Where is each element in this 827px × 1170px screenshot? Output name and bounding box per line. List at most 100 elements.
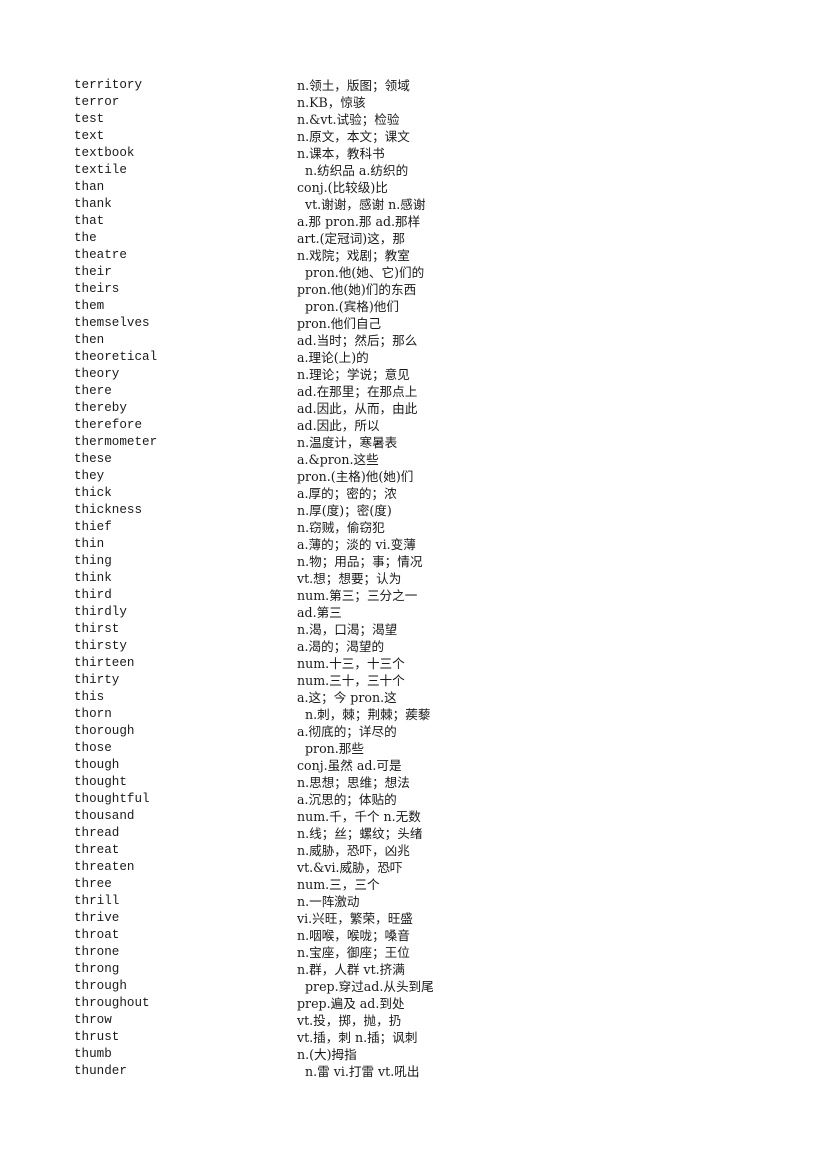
entry-definition: n.思想；思维；想法	[297, 775, 410, 790]
entry-word: throughout	[74, 996, 150, 1010]
entry-word: there	[74, 384, 112, 398]
entry-word: than	[74, 180, 105, 194]
entry-word: thirsty	[74, 639, 127, 653]
entry-word: through	[74, 979, 127, 993]
entry-word: text	[74, 129, 105, 143]
entry-word: themselves	[74, 316, 150, 330]
entry-word: thousand	[74, 809, 135, 823]
entry-word: theory	[74, 367, 120, 381]
entry-definition: prep.遍及 ad.到处	[297, 996, 405, 1011]
entry-definition: n.咽喉，喉咙；嗓音	[297, 928, 410, 943]
entry-word: think	[74, 571, 112, 585]
entry-definition: ad.第三	[297, 605, 342, 620]
entry-definition: n.厚(度)；密(度)	[297, 503, 392, 518]
entry-definition: n.领土，版图；领域	[297, 78, 410, 93]
entry-definition: n.物；用品；事；情况	[297, 554, 423, 569]
entry-word: throne	[74, 945, 120, 959]
entry-definition: a.那 pron.那 ad.那样	[297, 214, 421, 229]
entry-definition: n.渴，口渴；渴望	[297, 622, 398, 637]
entry-definition: num.十三，十三个	[297, 656, 405, 671]
entry-word: threat	[74, 843, 120, 857]
entry-definition: a.渴的；渴望的	[297, 639, 385, 654]
entry-definition: conj.虽然 ad.可是	[297, 758, 402, 773]
entry-definition: conj.(比较级)比	[297, 180, 388, 195]
entry-definition: n.课本，教科书	[297, 146, 385, 161]
entry-word: thrive	[74, 911, 120, 925]
entry-word: thread	[74, 826, 120, 840]
entry-definition: pron.(主格)他(她)们	[297, 469, 414, 484]
entry-definition: pron.他(她、它)们的	[305, 265, 425, 280]
entry-word: this	[74, 690, 105, 704]
entry-word: thirteen	[74, 656, 135, 670]
entry-definition: n.温度计，寒暑表	[297, 435, 398, 450]
entry-definition: a.沉思的；体贴的	[297, 792, 397, 807]
entry-word: therefore	[74, 418, 143, 432]
entry-definition: vt.谢谢，感谢 n.感谢	[305, 197, 426, 212]
entry-word: thirdly	[74, 605, 127, 619]
entry-word: thrill	[74, 894, 120, 908]
entry-definition: a.薄的；淡的 vi.变薄	[297, 537, 416, 552]
entry-definition: pron.他(她)们的东西	[297, 282, 417, 297]
entry-word: three	[74, 877, 112, 891]
entry-definition: vi.兴旺，繁荣，旺盛	[297, 911, 413, 926]
entry-definition: n.刺，棘；荆棘；蒺藜	[305, 707, 431, 722]
entry-word: test	[74, 112, 105, 126]
entry-definition: ad.在那里；在那点上	[297, 384, 418, 399]
entry-definition: n.(大)拇指	[297, 1047, 357, 1062]
entry-word: thorn	[74, 707, 112, 721]
entry-definition: pron.那些	[305, 741, 364, 756]
entry-word: textbook	[74, 146, 135, 160]
entry-word: these	[74, 452, 112, 466]
entry-word: though	[74, 758, 120, 772]
entry-word: throw	[74, 1013, 112, 1027]
entry-word: third	[74, 588, 112, 602]
entry-definition: num.三十，三十个	[297, 673, 405, 688]
entry-definition: n.&vt.试验；检验	[297, 112, 400, 127]
entry-definition: prep.穿过ad.从头到尾	[305, 979, 434, 994]
entry-word: them	[74, 299, 105, 313]
entry-word: thirst	[74, 622, 120, 636]
entry-word: thermometer	[74, 435, 158, 449]
entry-definition: a.厚的；密的；浓	[297, 486, 397, 501]
entry-word: the	[74, 231, 97, 245]
entry-word: theirs	[74, 282, 120, 296]
entry-definition: n.威胁，恐吓，凶兆	[297, 843, 410, 858]
entry-word: thereby	[74, 401, 127, 415]
entry-definition: n.理论；学说；意见	[297, 367, 410, 382]
entry-word: thrust	[74, 1030, 120, 1044]
entry-definition: n.宝座，御座；王位	[297, 945, 410, 960]
entry-definition: art.(定冠词)这，那	[297, 231, 405, 246]
entry-word: thin	[74, 537, 105, 551]
entry-definition: a.这；今 pron.这	[297, 690, 397, 705]
entry-word: textile	[74, 163, 127, 177]
entry-definition: a.&pron.这些	[297, 452, 379, 467]
entry-word: terror	[74, 95, 120, 109]
entry-definition: n.纺织品 a.纺织的	[305, 163, 409, 178]
entry-definition: n.一阵激动	[297, 894, 360, 909]
entry-word: thick	[74, 486, 112, 500]
entry-word: then	[74, 333, 105, 347]
entry-definition: vt.想；想要；认为	[297, 571, 402, 586]
entry-definition: num.第三；三分之一	[297, 588, 418, 603]
entry-word: they	[74, 469, 105, 483]
entry-definition: a.彻底的；详尽的	[297, 724, 397, 739]
entry-word: theatre	[74, 248, 127, 262]
entry-word: thunder	[74, 1064, 127, 1078]
entry-word: thoughtful	[74, 792, 150, 806]
entry-definition: ad.当时；然后；那么	[297, 333, 418, 348]
entry-word: thickness	[74, 503, 143, 517]
entry-word: thirty	[74, 673, 120, 687]
entry-definition: n.群，人群 vt.挤满	[297, 962, 405, 977]
entry-word: thief	[74, 520, 112, 534]
entry-definition: n.戏院；戏剧；教室	[297, 248, 410, 263]
entry-definition: num.千，千个 n.无数	[297, 809, 421, 824]
entry-word: those	[74, 741, 112, 755]
entry-word: thing	[74, 554, 112, 568]
entry-word: threaten	[74, 860, 135, 874]
entry-word: thank	[74, 197, 112, 211]
entry-definition: vt.插，刺 n.插；讽刺	[297, 1030, 418, 1045]
entry-definition: pron.他们自己	[297, 316, 382, 331]
entry-word: thumb	[74, 1047, 112, 1061]
entry-definition: ad.因此，所以	[297, 418, 380, 433]
entry-definition: pron.(宾格)他们	[305, 299, 399, 314]
